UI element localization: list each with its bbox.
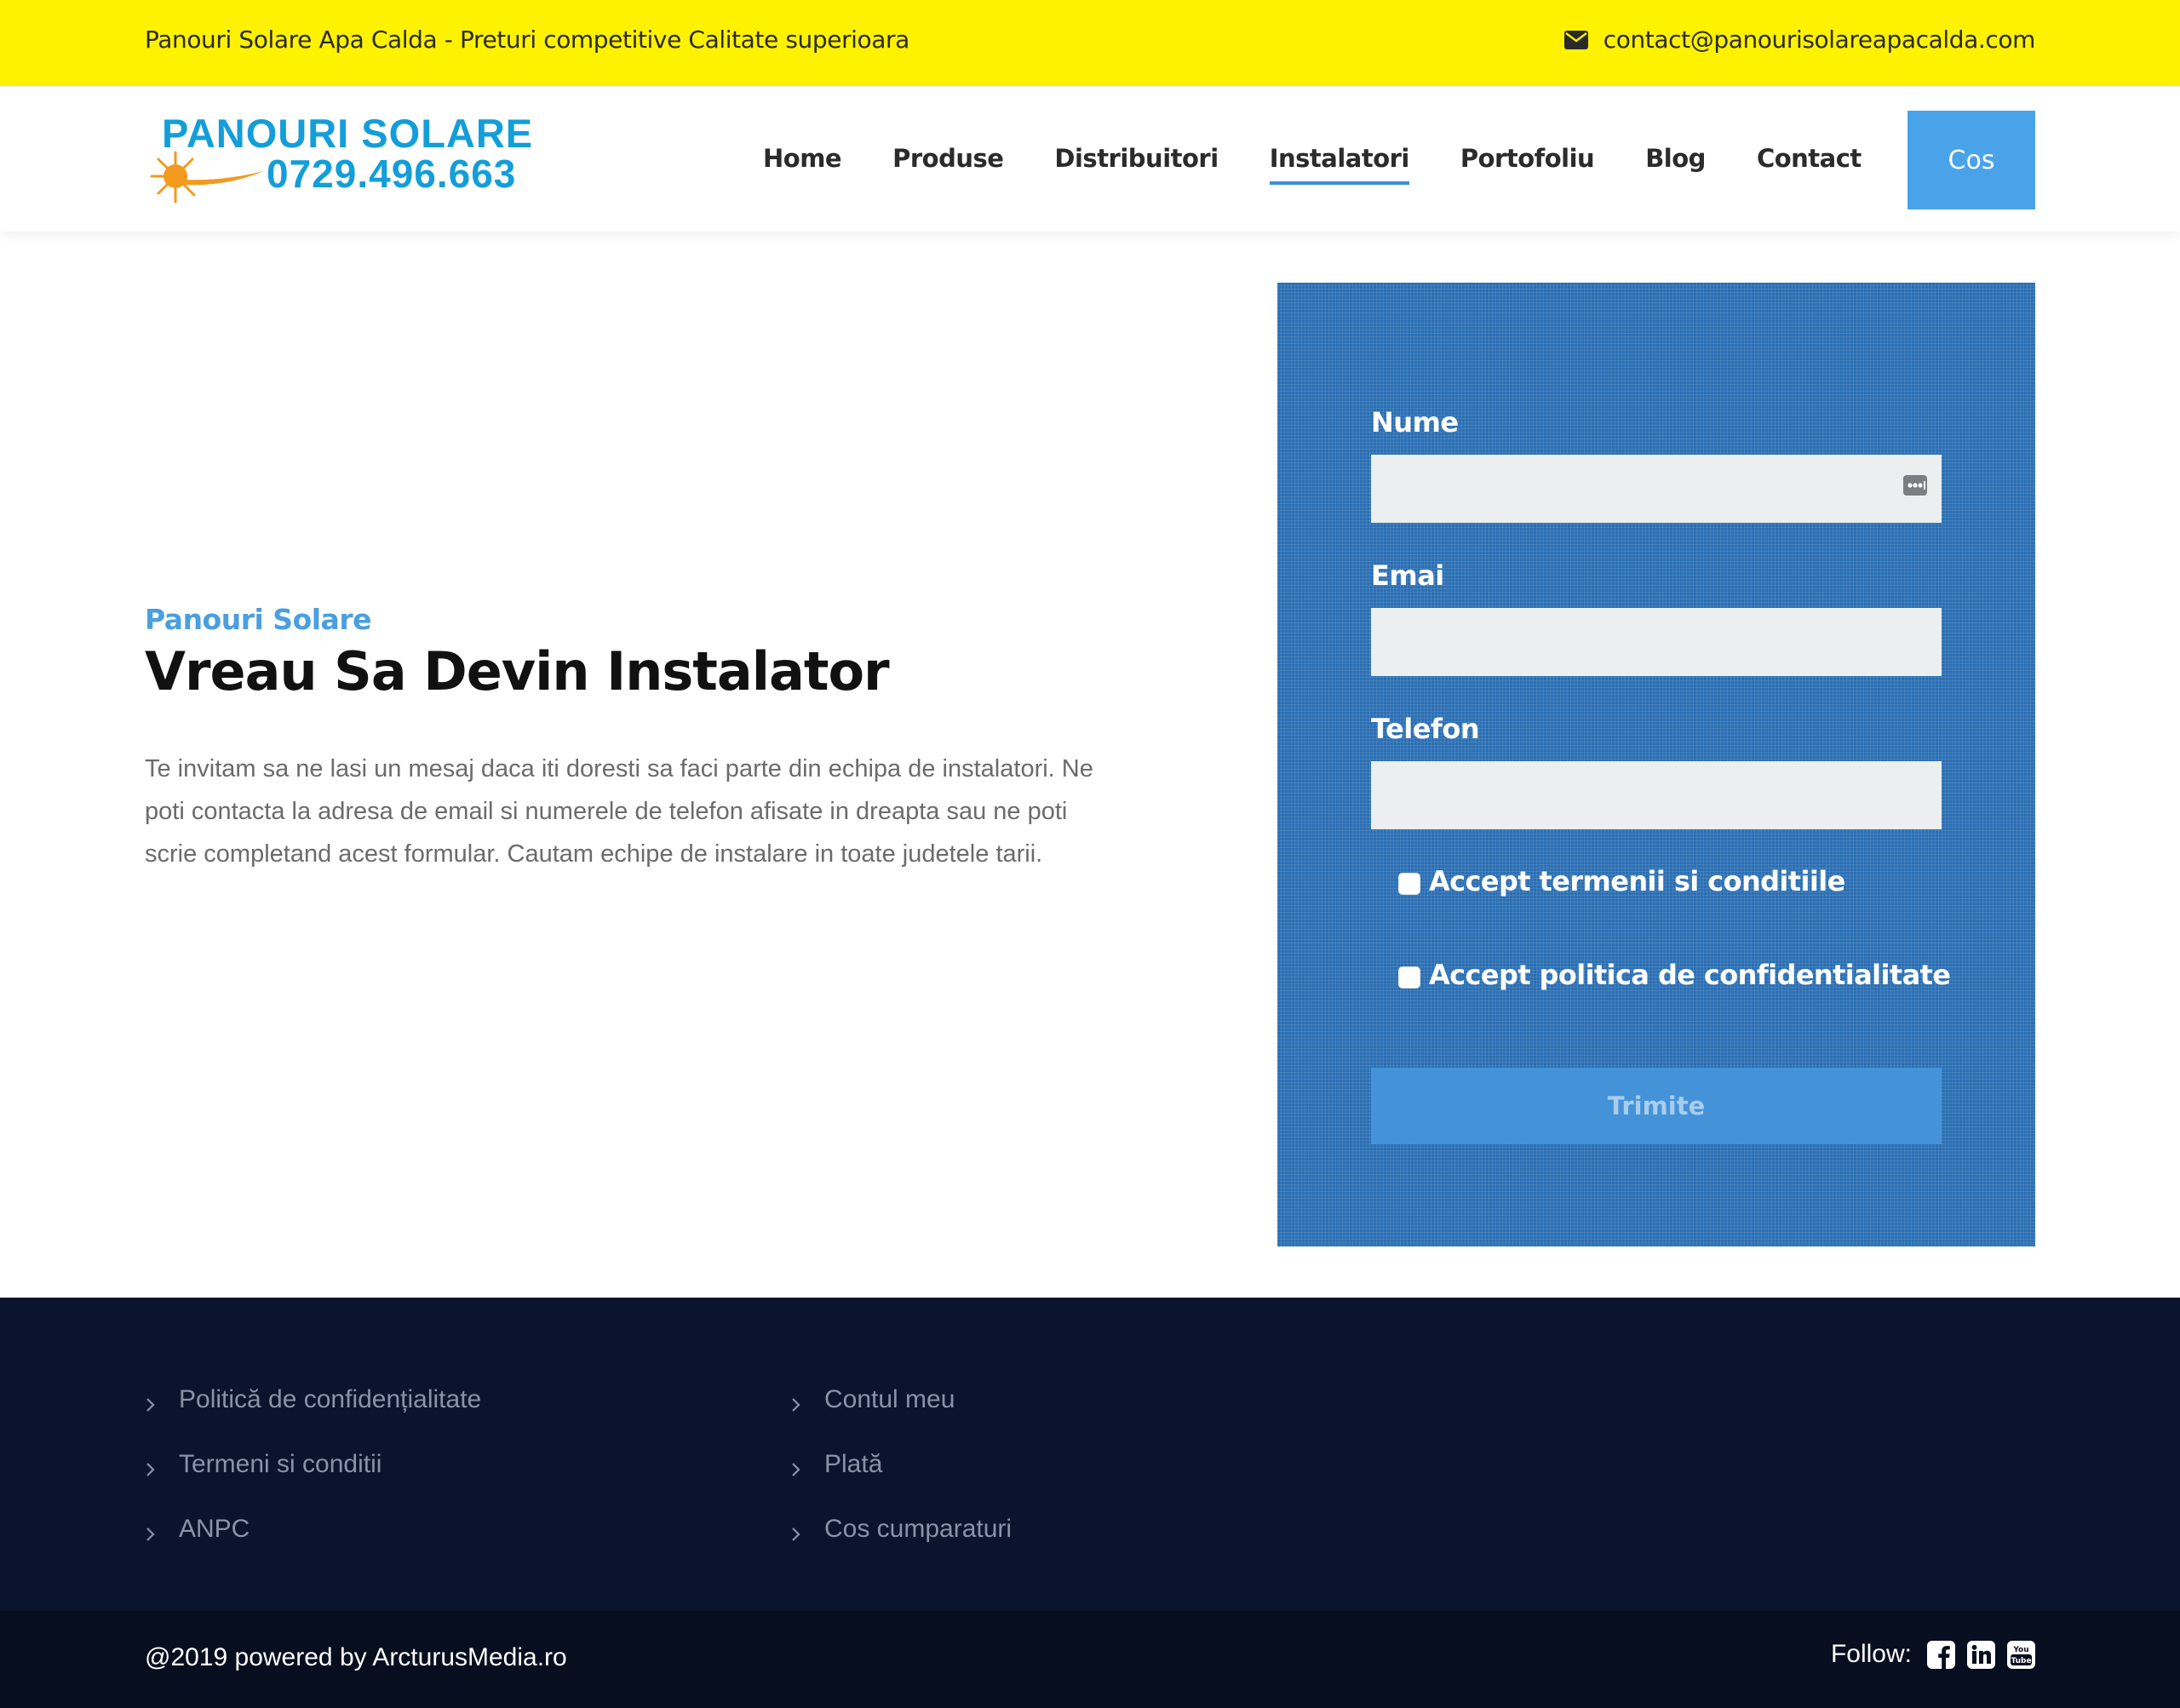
sun-icon [150, 151, 264, 203]
footer-link-terms[interactable]: Termeni si conditii [145, 1432, 481, 1497]
submit-button[interactable]: Trimite [1371, 1068, 1942, 1144]
chevron-right-icon [792, 1463, 800, 1476]
follow-label: Follow: [1830, 1640, 1912, 1668]
top-bar: Panouri Solare Apa Calda - Preturi compe… [0, 0, 2180, 86]
main-nav: Home Produse Distribuitori Instalatori P… [763, 144, 1913, 185]
email-input[interactable] [1371, 608, 1942, 676]
name-input[interactable] [1371, 455, 1942, 523]
nav-distribuitori[interactable]: Distribuitori [1054, 144, 1219, 173]
intro-paragraph: Te invitam sa ne lasi un mesaj daca iti … [145, 755, 1093, 868]
name-label: Nume [1371, 406, 1459, 438]
nav-contact[interactable]: Contact [1757, 144, 1862, 173]
copyright-text: @2019 powered by ArcturusMedia.ro [145, 1643, 567, 1671]
site-footer: Politică de confidențialitate Termeni si… [0, 1298, 2180, 1611]
privacy-checkbox-row[interactable]: Accept politica de confidentialitate [1398, 959, 1951, 991]
svg-text:Tube: Tube [2011, 1657, 2031, 1665]
linkedin-icon[interactable] [1967, 1640, 1995, 1669]
facebook-icon[interactable] [1927, 1640, 1955, 1669]
footer-link-label: Plată [824, 1450, 883, 1478]
terms-label: Accept termenii si conditiile [1429, 865, 1845, 897]
topbar-email-text: contact@panourisolareapacalda.com [1603, 26, 2036, 54]
privacy-checkbox[interactable] [1398, 966, 1420, 989]
footer-links-legal: Politică de confidențialitate Termeni si… [145, 1367, 481, 1562]
footer-link-label: ANPC [179, 1515, 250, 1543]
footer-links-account: Contul meu Plată Cos cumparaturi [790, 1367, 1012, 1562]
phone-label: Telefon [1371, 713, 1480, 745]
cart-button[interactable]: Cos [1908, 111, 2035, 209]
section-kicker: Panouri Solare [145, 603, 371, 636]
bottom-bar: @2019 powered by ArcturusMedia.ro Follow… [0, 1611, 2180, 1708]
chevron-right-icon [146, 1463, 155, 1476]
site-logo[interactable]: PANOURI SOLARE 0729.496.663 [145, 110, 554, 210]
youtube-icon[interactable]: You Tube [2007, 1640, 2035, 1669]
autofill-dots-icon[interactable] [1902, 473, 1928, 497]
chevron-right-icon [792, 1527, 800, 1541]
phone-input[interactable] [1371, 761, 1942, 829]
footer-link-privacy[interactable]: Politică de confidențialitate [145, 1367, 481, 1432]
nav-blog[interactable]: Blog [1645, 144, 1706, 173]
footer-link-cart[interactable]: Cos cumparaturi [790, 1497, 1012, 1562]
topbar-tagline: Panouri Solare Apa Calda - Preturi compe… [145, 26, 909, 54]
nav-portofoliu[interactable]: Portofoliu [1460, 144, 1595, 173]
logo-phone: 0729.496.663 [267, 152, 517, 196]
nav-instalatori[interactable]: Instalatori [1269, 144, 1409, 185]
site-header: PANOURI SOLARE 0729.496.663 Home Produse… [0, 86, 2180, 232]
terms-checkbox-row[interactable]: Accept termenii si conditiile [1398, 865, 1845, 897]
svg-text:You: You [2012, 1646, 2028, 1654]
privacy-label: Accept politica de confidentialitate [1429, 959, 1951, 991]
footer-link-payment[interactable]: Plată [790, 1432, 1012, 1497]
terms-checkbox[interactable] [1398, 873, 1420, 895]
chevron-right-icon [792, 1398, 800, 1412]
footer-link-label: Cos cumparaturi [824, 1515, 1013, 1543]
footer-link-label: Contul meu [824, 1385, 955, 1413]
page-title: Vreau Sa Devin Instalator [145, 640, 890, 702]
chevron-right-icon [146, 1398, 155, 1412]
footer-link-label: Termeni si conditii [179, 1450, 382, 1478]
footer-link-anpc[interactable]: ANPC [145, 1497, 481, 1562]
social-follow: Follow: You Tube [1831, 1640, 2035, 1669]
topbar-email-link[interactable]: contact@panourisolareapacalda.com [1563, 26, 2036, 54]
nav-produse[interactable]: Produse [892, 144, 1004, 173]
envelope-icon [1563, 30, 1588, 49]
installer-form: Nume Emai Telefon Accept termenii si con… [1277, 283, 2035, 1247]
nav-home[interactable]: Home [763, 144, 842, 173]
chevron-right-icon [146, 1527, 155, 1541]
footer-link-account[interactable]: Contul meu [790, 1367, 1012, 1432]
email-label: Emai [1371, 559, 1444, 592]
footer-link-label: Politică de confidențialitate [179, 1385, 482, 1413]
